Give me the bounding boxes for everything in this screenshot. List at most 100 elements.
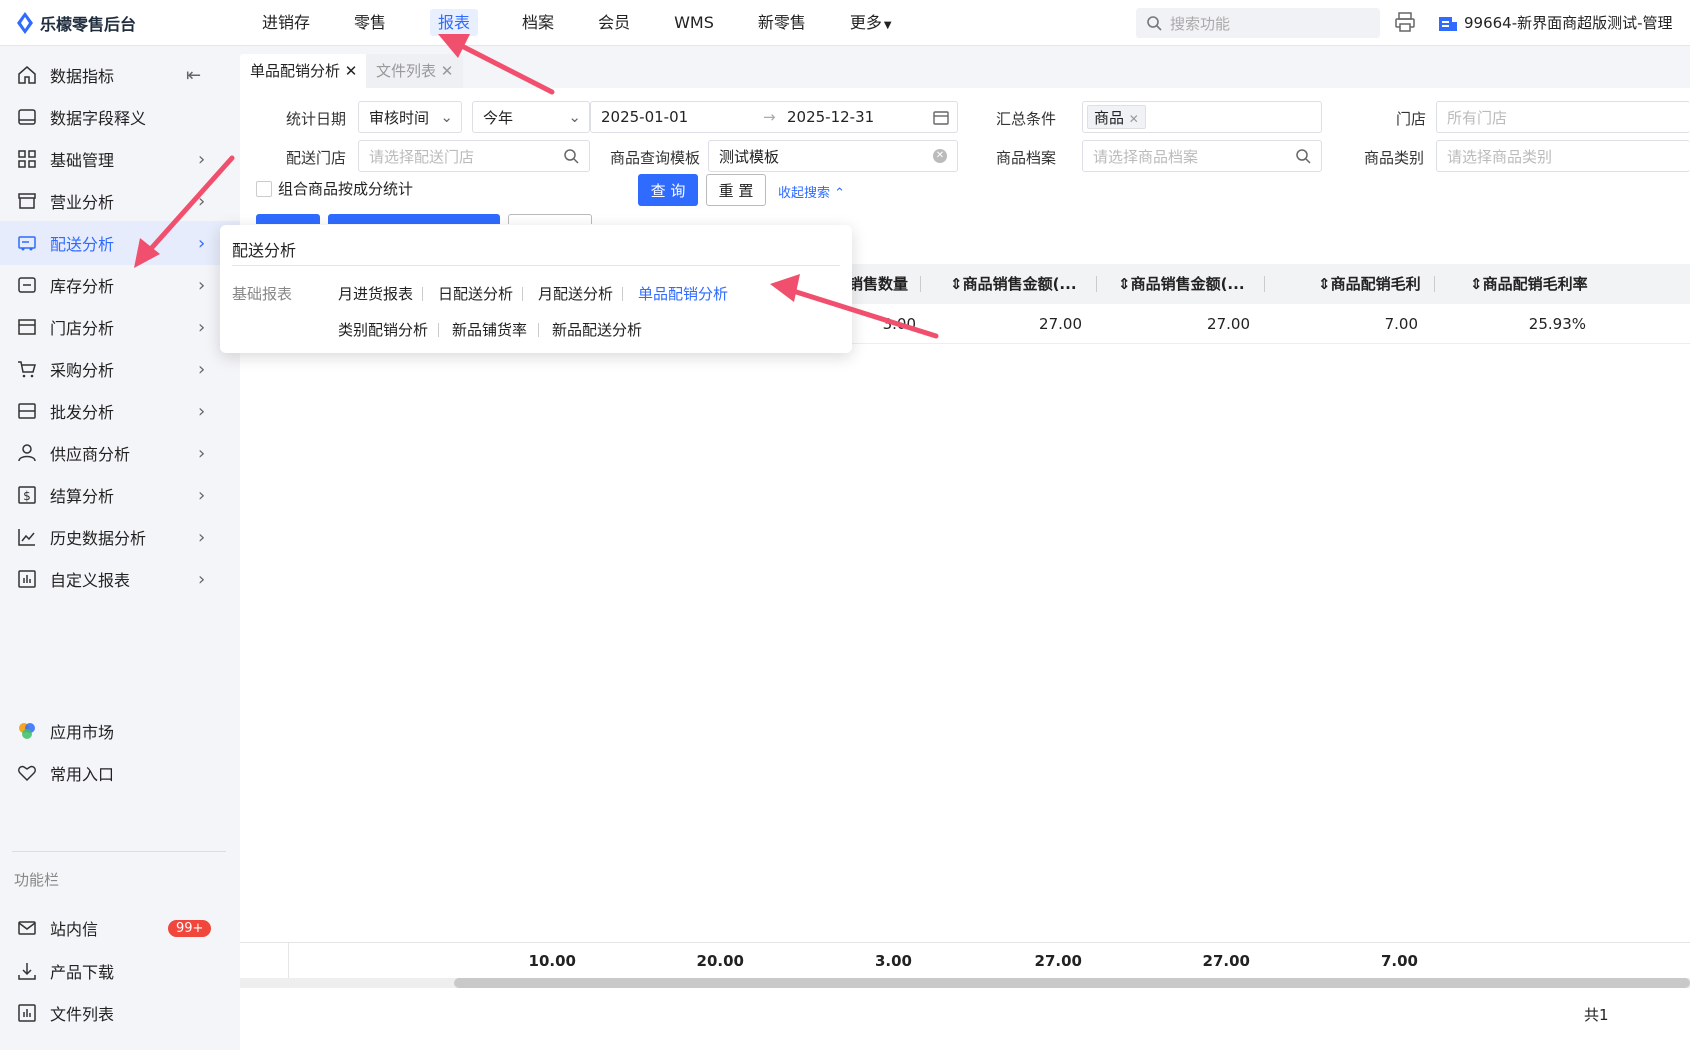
dist-store-label: 配送门店 <box>286 149 347 167</box>
sidebar-item-business[interactable]: 营业分析 › <box>0 179 240 223</box>
stat-date-label: 统计日期 <box>286 110 347 128</box>
query-button[interactable]: 查 询 <box>638 174 698 206</box>
topnav-retail[interactable]: 零售 <box>332 0 408 46</box>
action-button-wide[interactable] <box>328 214 500 224</box>
topnav-jinxiaocun[interactable]: 进销存 <box>240 0 332 46</box>
topnav-member[interactable]: 会员 <box>576 0 652 46</box>
store-label: 门店 <box>1396 110 1427 128</box>
sum-cell: 20.00 <box>696 952 744 970</box>
book-icon <box>16 106 38 128</box>
action-button-outline[interactable] <box>508 214 592 224</box>
menu-link-daily-distribution[interactable]: 日配送分析 <box>438 283 513 304</box>
clear-icon[interactable]: ✕ <box>933 149 947 163</box>
template-label: 商品查询模板 <box>610 149 701 167</box>
collapse-sidebar-icon[interactable]: ⇤ <box>186 65 201 86</box>
store-select[interactable]: 所有门店 <box>1436 101 1690 133</box>
menu-link-monthly-distribution[interactable]: 月配送分析 <box>538 283 613 304</box>
topnav-wms[interactable]: WMS <box>652 0 736 46</box>
menu-divider <box>232 265 840 266</box>
date-range-select[interactable]: 今年 ⌄ <box>472 101 590 133</box>
col-sales-qty[interactable]: 销售数量 <box>848 264 908 304</box>
topnav-new-retail[interactable]: 新零售 <box>736 0 828 46</box>
sidebar-item-data-metrics[interactable]: 数据指标 ⇤ <box>0 53 240 97</box>
col-gross-profit[interactable]: ⇕商品配销毛利 <box>1318 264 1421 304</box>
sum-cell: 3.00 <box>874 952 912 970</box>
tab-single-product-distribution[interactable]: 单品配销分析 ✕ <box>240 54 368 88</box>
action-button[interactable] <box>256 214 320 224</box>
menu-caption: 基础报表 <box>232 285 293 303</box>
chevron-right-icon: › <box>198 526 206 548</box>
date-range-picker[interactable]: 2025-01-01 → 2025-12-31 <box>590 101 958 133</box>
category-select[interactable]: 请选择商品类别 <box>1436 140 1690 172</box>
date-type-select[interactable]: 审核时间 ⌄ <box>358 101 462 133</box>
sidebar-item-wholesale[interactable]: 批发分析 › <box>0 389 240 433</box>
store-account-icon <box>1439 16 1457 31</box>
remove-tag-icon[interactable]: ✕ <box>1129 112 1139 126</box>
sidebar-item-file-list[interactable]: 文件列表 <box>0 991 240 1035</box>
download-icon <box>16 960 38 982</box>
col-sales-amount-1[interactable]: ⇕商品销售金额(... <box>950 264 1077 304</box>
topnav-more[interactable]: 更多 ▼ <box>828 0 914 46</box>
tab-file-list[interactable]: 文件列表 ✕ <box>366 54 464 88</box>
close-tab-icon[interactable]: ✕ <box>441 62 454 80</box>
sidebar-item-basic-mgmt[interactable]: 基础管理 › <box>0 137 240 181</box>
col-sales-amount-2[interactable]: ⇕商品销售金额(... <box>1118 264 1245 304</box>
sort-icon: ⇕ <box>1318 275 1331 293</box>
sidebar-item-field-glossary[interactable]: 数据字段释义 <box>0 95 240 139</box>
combo-checkbox[interactable]: 组合商品按成分统计 <box>256 178 413 199</box>
sidebar-item-store[interactable]: 门店分析 › <box>0 305 240 349</box>
sidebar-item-favorites[interactable]: 常用入口 <box>0 751 240 795</box>
chevron-right-icon: › <box>198 148 206 170</box>
menu-link-new-distribution[interactable]: 新品配送分析 <box>552 319 642 340</box>
topnav-reports[interactable]: 报表 <box>408 0 500 46</box>
summary-select[interactable]: 商品 ✕ <box>1082 101 1322 133</box>
sum-cell: 27.00 <box>1202 952 1250 970</box>
scrollbar-thumb[interactable] <box>454 978 1690 988</box>
app-logo[interactable]: 乐檬零售后台 <box>0 11 240 35</box>
template-select[interactable]: 测试模板 ✕ <box>708 140 958 172</box>
sidebar-item-history[interactable]: 历史数据分析 › <box>0 515 240 559</box>
collapse-search-link[interactable]: 收起搜索 ⌃ <box>778 182 845 201</box>
function-search-input[interactable]: 搜索功能 <box>1136 8 1380 38</box>
chevron-right-icon: › <box>198 190 206 212</box>
goods-input[interactable]: 请选择商品档案 <box>1082 140 1322 172</box>
dist-store-input[interactable]: 请选择配送门店 <box>358 140 590 172</box>
reset-button[interactable]: 重 置 <box>706 174 766 206</box>
menu-sep <box>522 287 523 301</box>
col-gross-margin[interactable]: ⇕商品配销毛利率 <box>1470 264 1588 304</box>
sidebar-item-settlement[interactable]: $ 结算分析 › <box>0 473 240 517</box>
col-divider <box>1096 276 1097 292</box>
menu-link-monthly-purchase[interactable]: 月进货报表 <box>338 283 413 304</box>
line-chart-icon <box>16 526 38 548</box>
sum-cell: 27.00 <box>1034 952 1082 970</box>
sidebar-item-download[interactable]: 产品下载 <box>0 949 240 993</box>
sidebar-item-app-market[interactable]: 应用市场 <box>0 709 240 753</box>
chevron-right-icon: › <box>198 316 206 338</box>
sidebar-item-distribution[interactable]: 配送分析 › <box>0 221 240 265</box>
chevron-down-icon: ⌄ <box>568 108 581 126</box>
sidebar-item-inventory[interactable]: 库存分析 › <box>0 263 240 307</box>
cell-gross-margin: 25.93% <box>1528 315 1586 333</box>
menu-sep <box>422 287 423 301</box>
horizontal-scrollbar[interactable] <box>240 978 1690 988</box>
sidebar-item-custom-report[interactable]: 自定义报表 › <box>0 557 240 601</box>
chevron-right-icon: › <box>198 484 206 506</box>
search-icon <box>1147 16 1162 31</box>
checkbox-box[interactable] <box>256 180 272 197</box>
sum-cell: 10.00 <box>528 952 576 970</box>
menu-link-single-product[interactable]: 单品配销分析 <box>638 283 728 304</box>
calendar-icon <box>933 111 949 125</box>
menu-link-new-coverage[interactable]: 新品铺货率 <box>452 319 527 340</box>
chevron-right-icon: › <box>198 274 206 296</box>
menu-link-category[interactable]: 类别配销分析 <box>338 319 428 340</box>
account-switcher[interactable]: 99664-新界面商超版测试-管理 <box>1438 12 1673 33</box>
table-summary-row: 10.00 20.00 3.00 27.00 27.00 7.00 <box>240 942 1690 979</box>
sidebar-item-supplier[interactable]: 供应商分析 › <box>0 431 240 475</box>
svg-text:$: $ <box>23 489 31 503</box>
topnav-archive[interactable]: 档案 <box>500 0 576 46</box>
close-tab-icon[interactable]: ✕ <box>345 62 358 80</box>
sidebar-item-messages[interactable]: 站内信 99+ <box>0 906 240 950</box>
sidebar-item-purchase[interactable]: 采购分析 › <box>0 347 240 391</box>
printer-icon[interactable] <box>1394 11 1416 33</box>
sort-icon: ⇕ <box>1118 275 1131 293</box>
